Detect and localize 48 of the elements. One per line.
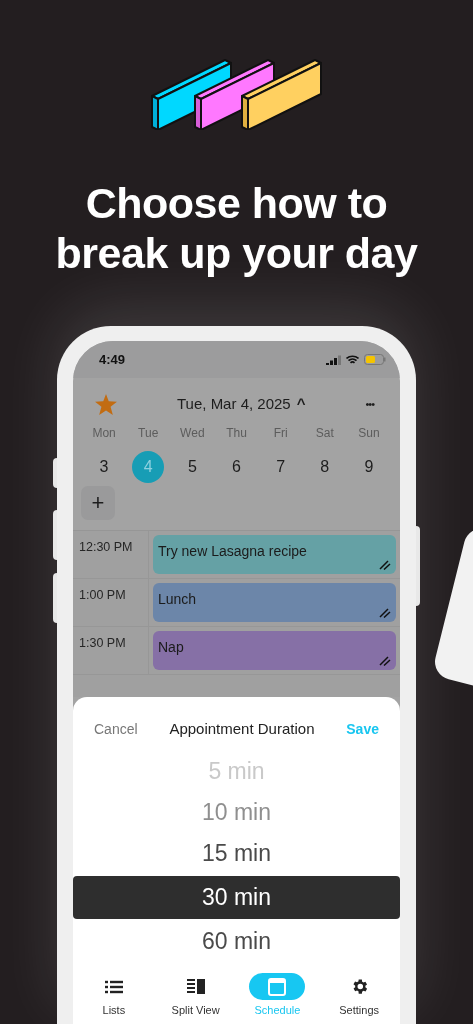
status-time: 4:49 bbox=[99, 350, 126, 369]
battery-icon bbox=[364, 354, 386, 365]
time-label: 1:30 PM bbox=[73, 627, 149, 674]
event-card[interactable]: Nap bbox=[153, 631, 396, 670]
headline: Choose how to bbox=[85, 178, 388, 228]
tab-item[interactable]: Split View bbox=[154, 973, 237, 1019]
day-number[interactable]: 3 bbox=[88, 451, 121, 483]
day-number[interactable]: 9 bbox=[352, 451, 385, 483]
headline: break up your day bbox=[55, 228, 418, 278]
wifi-icon bbox=[346, 354, 359, 365]
cancel-button[interactable]: Cancel bbox=[94, 719, 138, 740]
resize-handle-icon[interactable] bbox=[379, 608, 391, 618]
more-icon[interactable]: ••• bbox=[365, 395, 374, 413]
day-number[interactable]: 6 bbox=[220, 451, 253, 483]
weekday-label: Sun bbox=[358, 425, 380, 442]
day-number[interactable]: 7 bbox=[264, 451, 297, 483]
event-title: Nap bbox=[158, 639, 184, 655]
sheet-title: Appointment Duration bbox=[169, 719, 315, 740]
event-title: Lunch bbox=[158, 591, 197, 607]
event-title: Try new Lasagna recipe bbox=[158, 543, 307, 559]
logo-icon bbox=[150, 58, 323, 130]
duration-option[interactable]: 30 min bbox=[73, 876, 400, 919]
weekday-label: Thu bbox=[226, 425, 247, 442]
tab-item[interactable]: Settings bbox=[318, 973, 400, 1019]
list-icon bbox=[104, 979, 123, 994]
weekday-label: Wed bbox=[180, 425, 205, 442]
weekday-label: Mon bbox=[92, 425, 116, 442]
signal-icon bbox=[326, 354, 341, 365]
time-label: 1:00 PM bbox=[73, 579, 149, 626]
add-button[interactable]: + bbox=[81, 486, 115, 520]
weekday-label: Sat bbox=[315, 425, 334, 442]
calendar-icon bbox=[268, 977, 287, 996]
duration-option[interactable]: 15 min bbox=[73, 833, 400, 874]
star-icon[interactable] bbox=[95, 393, 117, 415]
weekday-label: Fri bbox=[273, 425, 288, 442]
caret-icon[interactable]: ^ bbox=[296, 392, 306, 416]
resize-handle-icon[interactable] bbox=[379, 560, 391, 570]
day-number[interactable]: 8 bbox=[308, 451, 341, 483]
event-card[interactable]: Lunch bbox=[153, 583, 396, 622]
day-number[interactable]: 5 bbox=[176, 451, 209, 483]
duration-option[interactable]: 60 min bbox=[73, 921, 400, 962]
weekday-label: Tue bbox=[138, 425, 159, 442]
date-title[interactable]: Tue, Mar 4, 2025 bbox=[177, 392, 291, 416]
time-label: 12:30 PM bbox=[73, 531, 149, 578]
tab-item[interactable]: Lists bbox=[73, 973, 155, 1019]
event-card[interactable]: Try new Lasagna recipe bbox=[153, 535, 396, 574]
resize-handle-icon[interactable] bbox=[379, 656, 391, 666]
split-view-icon bbox=[186, 979, 205, 994]
